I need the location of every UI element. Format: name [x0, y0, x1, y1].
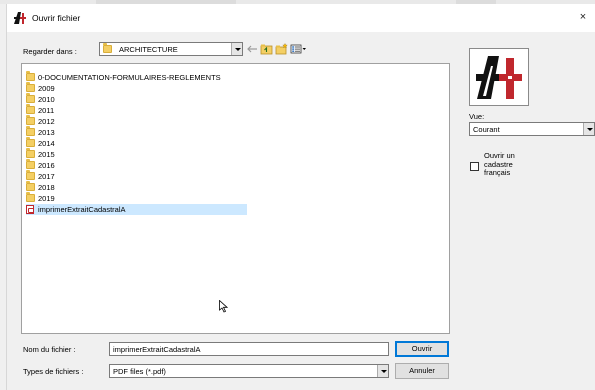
up-folder-icon[interactable]	[260, 43, 273, 55]
folder-icon	[26, 115, 35, 125]
file-list[interactable]: 0-DOCUMENTATION-FORMULAIRES-REGLEMENTS 2…	[21, 63, 450, 334]
new-folder-icon[interactable]	[275, 43, 288, 55]
file-name: 2013	[38, 128, 55, 137]
view-value: Courant	[473, 125, 500, 134]
folder-icon	[26, 148, 35, 158]
checkbox-label-line: français	[484, 168, 511, 177]
file-name: 2012	[38, 117, 55, 126]
chevron-down-icon[interactable]	[583, 123, 594, 135]
file-type-label: Types de fichiers :	[23, 367, 84, 376]
view-label: Vue:	[469, 112, 485, 121]
file-name: 2015	[38, 150, 55, 159]
view-combo[interactable]: Courant	[469, 122, 595, 136]
folder-icon	[26, 192, 35, 202]
list-item[interactable]: 2011	[26, 104, 247, 116]
close-button[interactable]: ×	[570, 4, 595, 32]
cadastre-checkbox-label: Ouvrir un cadastre français	[484, 151, 544, 178]
list-item[interactable]: 2013	[26, 126, 247, 138]
list-item[interactable]: 2017	[26, 170, 247, 182]
folder-icon	[26, 181, 35, 191]
file-name: 2014	[38, 139, 55, 148]
folder-icon	[26, 137, 35, 147]
file-name: 0-DOCUMENTATION-FORMULAIRES-REGLEMENTS	[38, 73, 221, 82]
file-name: 2018	[38, 183, 55, 192]
open-button[interactable]: Ouvrir	[395, 341, 449, 357]
list-item[interactable]: 2010	[26, 93, 247, 105]
list-item[interactable]: 2014	[26, 137, 247, 149]
list-item[interactable]: 0-DOCUMENTATION-FORMULAIRES-REGLEMENTS	[26, 71, 247, 83]
title-bar[interactable]: Ouvrir fichier ×	[7, 4, 595, 32]
folder-icon	[26, 93, 35, 103]
back-arrow-icon[interactable]	[246, 43, 259, 55]
folder-icon	[26, 104, 35, 114]
window-title: Ouvrir fichier	[32, 13, 81, 23]
mouse-pointer-icon	[219, 300, 228, 313]
folder-icon	[26, 71, 35, 81]
view-menu-icon[interactable]	[290, 43, 307, 55]
file-name: 2011	[38, 106, 55, 115]
file-name: imprimerExtraitCadastralA	[38, 205, 126, 214]
folder-icon	[26, 126, 35, 136]
preview-logo	[469, 48, 529, 106]
list-item[interactable]: 2019	[26, 192, 247, 204]
file-name: 2009	[38, 84, 55, 93]
folder-icon	[26, 159, 35, 169]
folder-icon	[103, 43, 112, 53]
file-name: 2017	[38, 172, 55, 181]
file-name-value: imprimerExtraitCadastralA	[113, 345, 201, 354]
list-item[interactable]: 2016	[26, 159, 247, 171]
look-in-combo[interactable]: ARCHITECTURE	[99, 42, 243, 56]
look-in-label: Regarder dans :	[23, 47, 77, 56]
open-file-dialog: Ouvrir fichier × Regarder dans : ARCHITE…	[6, 4, 595, 390]
list-item-selected[interactable]: imprimerExtraitCadastralA	[26, 204, 247, 215]
chevron-down-icon[interactable]	[377, 365, 388, 377]
list-item[interactable]: 2009	[26, 82, 247, 94]
file-name: 2019	[38, 194, 55, 203]
file-name-label: Nom du fichier :	[23, 345, 76, 354]
list-item[interactable]: 2018	[26, 181, 247, 193]
folder-icon	[26, 170, 35, 180]
file-name: 2016	[38, 161, 55, 170]
chevron-down-icon[interactable]	[231, 43, 242, 55]
file-name: 2010	[38, 95, 55, 104]
file-type-combo[interactable]: PDF files (*.pdf)	[109, 364, 389, 378]
file-type-value: PDF files (*.pdf)	[113, 367, 166, 376]
file-name-input[interactable]: imprimerExtraitCadastralA	[109, 342, 389, 356]
pdf-file-icon	[26, 205, 34, 214]
app-logo-icon	[13, 11, 27, 25]
list-item[interactable]: 2015	[26, 148, 247, 160]
folder-icon	[26, 82, 35, 92]
cadastre-checkbox[interactable]	[470, 162, 479, 171]
brand-logo-icon	[474, 52, 524, 102]
look-in-value: ARCHITECTURE	[119, 45, 178, 54]
cancel-button[interactable]: Annuler	[395, 363, 449, 379]
list-item[interactable]: 2012	[26, 115, 247, 127]
